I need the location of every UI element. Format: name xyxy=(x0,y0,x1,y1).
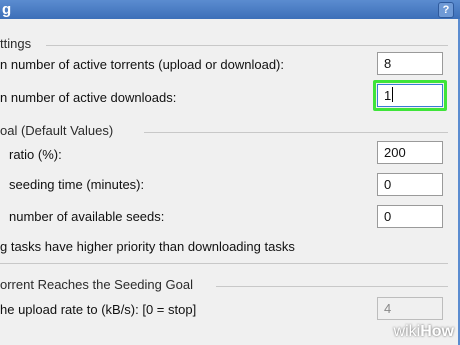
upload-rate-label: he upload rate to (kB/s): [0 = stop] xyxy=(0,302,197,317)
downloads-value: 1 xyxy=(384,88,392,103)
reaches-goal-group-label: orrent Reaches the Seeding Goal xyxy=(0,277,193,292)
share-ratio-input[interactable]: 200 xyxy=(377,141,443,164)
wikihow-watermark: wikiHow xyxy=(394,323,454,341)
seeding-goal-group-label: oal (Default Values) xyxy=(0,123,114,138)
title-bar: g ? xyxy=(0,0,460,19)
seeding-time-input[interactable]: 0 xyxy=(377,173,443,196)
share-ratio-label: ratio (%): xyxy=(9,147,62,162)
available-seeds-input[interactable]: 0 xyxy=(377,205,443,228)
upload-rate-input[interactable]: 4 xyxy=(377,297,443,320)
help-icon[interactable]: ? xyxy=(438,2,454,18)
text-caret xyxy=(392,87,394,102)
priority-checkbox-label[interactable]: g tasks have higher priority than downlo… xyxy=(0,239,295,254)
watermark-suffix: How xyxy=(420,323,454,340)
settings-group-label: ttings xyxy=(0,36,32,51)
group-divider xyxy=(0,263,448,264)
max-active-torrents-input[interactable]: 8 xyxy=(377,52,443,75)
max-active-downloads-input[interactable]: 1 xyxy=(377,84,443,107)
group-divider xyxy=(144,132,448,133)
max-active-downloads-label: n number of active downloads: xyxy=(0,90,177,105)
group-divider xyxy=(46,45,448,46)
available-seeds-label: number of available seeds: xyxy=(9,209,165,224)
seeding-time-label: seeding time (minutes): xyxy=(9,177,145,192)
max-active-torrents-label: n number of active torrents (upload or d… xyxy=(0,57,284,72)
window-title: g xyxy=(2,1,12,18)
group-divider xyxy=(216,286,448,287)
watermark-prefix: wiki xyxy=(393,323,421,340)
